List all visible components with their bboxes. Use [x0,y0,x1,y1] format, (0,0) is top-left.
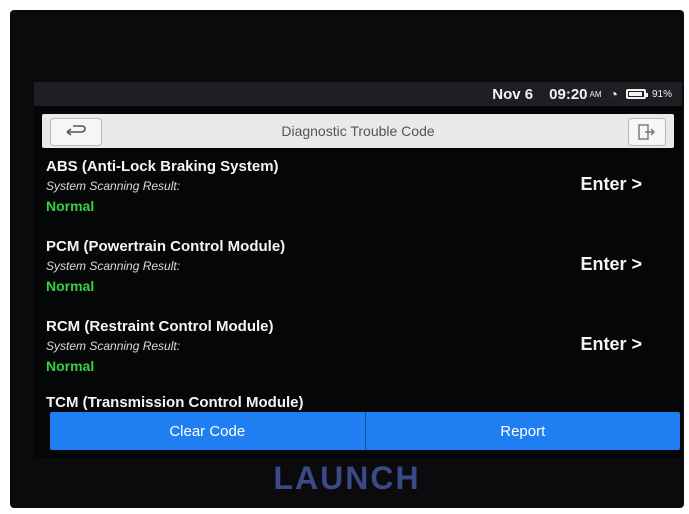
module-result-label: System Scanning Result: [46,179,181,193]
module-row-pcm: PCM (Powertrain Control Module) System S… [34,232,682,312]
module-status: Normal [46,198,95,214]
enter-button-rcm[interactable]: Enter > [580,334,642,355]
module-result-label: System Scanning Result: [46,339,181,353]
enter-button-pcm[interactable]: Enter > [580,254,642,275]
battery-percent: 91% [651,88,672,100]
enter-button-abs[interactable]: Enter > [580,174,642,195]
module-name: RCM (Restraint Control Module) [46,318,274,335]
status-date: Nov 6 [492,85,534,103]
device-screen: Nov 6 09:20 AM ◔ 91% Diagnostic Trouble … [34,82,682,458]
title-bar: Diagnostic Trouble Code [42,114,674,148]
exit-button[interactable] [628,118,666,146]
module-name: PCM (Powertrain Control Module) [46,238,286,255]
clear-code-button[interactable]: Clear Code [50,412,365,450]
status-ampm: AM [589,89,602,99]
module-name: ABS (Anti-Lock Braking System) [46,158,279,175]
module-row-tcm[interactable]: TCM (Transmission Control Module) [34,392,682,414]
brand-logo: LAUNCH [273,460,421,496]
status-bar: Nov 6 09:20 AM ◔ 91% [34,82,682,106]
status-time: 09:20 [549,85,588,103]
back-button[interactable] [50,118,102,146]
battery-icon [625,89,648,99]
exit-icon [638,124,655,140]
module-status: Normal [46,358,95,374]
page-title: Diagnostic Trouble Code [281,123,435,139]
module-list: ABS (Anti-Lock Braking System) System Sc… [34,152,682,414]
wifi-icon: ◔ [609,86,618,102]
device-bezel: Nov 6 09:20 AM ◔ 91% Diagnostic Trouble … [10,10,684,508]
module-row-abs: ABS (Anti-Lock Braking System) System Sc… [34,152,682,232]
action-bar: Clear Code Report [50,412,680,450]
back-arrow-icon [66,125,86,136]
report-button[interactable]: Report [366,412,681,450]
module-status: Normal [46,278,95,294]
module-name: TCM (Transmission Control Module) [46,394,304,411]
module-row-rcm: RCM (Restraint Control Module) System Sc… [34,312,682,392]
battery-fill [628,92,642,96]
module-result-label: System Scanning Result: [46,259,181,273]
